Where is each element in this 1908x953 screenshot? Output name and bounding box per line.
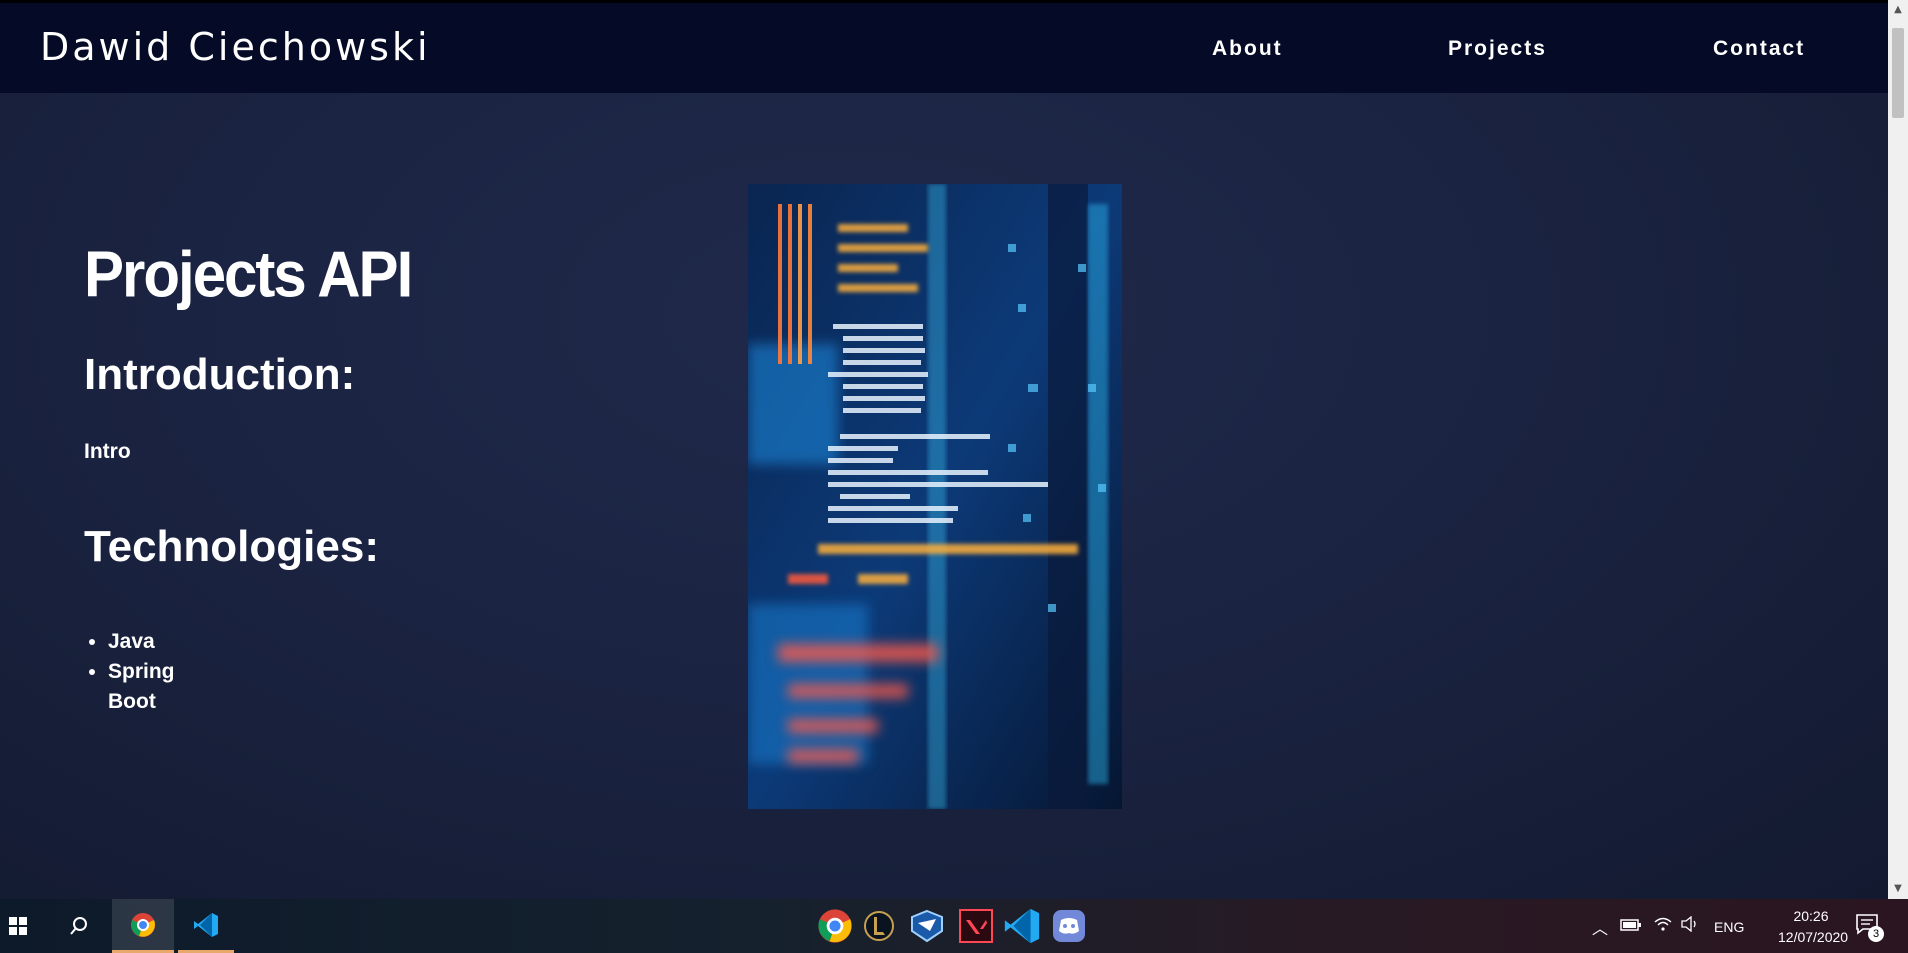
discord-icon[interactable] — [1048, 899, 1090, 953]
brand-logo[interactable]: Dawid Ciechowski — [40, 25, 431, 69]
technologies-list: Java Spring Boot — [84, 627, 175, 717]
windows-taskbar: ︿ ENG 20:26 12/07/2020 3 — [0, 899, 1908, 953]
nav-link-projects[interactable]: Projects — [1448, 37, 1547, 61]
notification-count-badge: 3 — [1868, 926, 1884, 942]
project-title: Projects API — [84, 238, 413, 311]
rocket-league-icon[interactable] — [906, 899, 948, 953]
nav-link-about[interactable]: About — [1212, 37, 1283, 61]
project-image — [748, 184, 1122, 809]
clock-date: 12/07/2020 — [1778, 929, 1849, 945]
browser-page: Dawid Ciechowski About Projects Contact … — [0, 0, 1888, 899]
chevron-up-icon[interactable]: ︿ — [1592, 915, 1608, 939]
technology-item: Java — [108, 627, 175, 657]
wifi-icon[interactable] — [1654, 916, 1672, 936]
code-screen-illustration — [748, 184, 1122, 809]
scroll-up-arrow-icon[interactable]: ▲ — [1888, 0, 1908, 20]
language-indicator[interactable]: ENG — [1714, 919, 1744, 935]
league-of-legends-icon[interactable] — [858, 899, 900, 953]
clock-time: 20:26 — [1793, 908, 1829, 924]
clock[interactable]: 20:26 12/07/2020 — [1778, 906, 1849, 948]
vscode-icon[interactable] — [178, 899, 234, 953]
volume-icon[interactable] — [1680, 915, 1700, 936]
windows-start-icon[interactable] — [0, 899, 36, 953]
introduction-text: Intro — [84, 440, 131, 463]
nav-link-contact[interactable]: Contact — [1713, 37, 1805, 61]
search-icon[interactable] — [58, 899, 100, 953]
scroll-thumb[interactable] — [1892, 28, 1904, 118]
scroll-down-arrow-icon[interactable]: ▼ — [1888, 879, 1908, 899]
battery-icon[interactable] — [1620, 917, 1642, 936]
technologies-heading: Technologies: — [84, 522, 379, 571]
chrome-icon[interactable] — [814, 899, 856, 953]
valorant-icon[interactable] — [956, 899, 996, 953]
technology-item: Spring Boot — [108, 657, 175, 717]
chrome-icon[interactable] — [112, 899, 174, 953]
navbar: Dawid Ciechowski About Projects Contact — [0, 3, 1888, 93]
vertical-scrollbar[interactable]: ▲ ▼ — [1888, 0, 1908, 899]
introduction-heading: Introduction: — [84, 350, 356, 399]
vscode-icon[interactable] — [1000, 899, 1044, 953]
